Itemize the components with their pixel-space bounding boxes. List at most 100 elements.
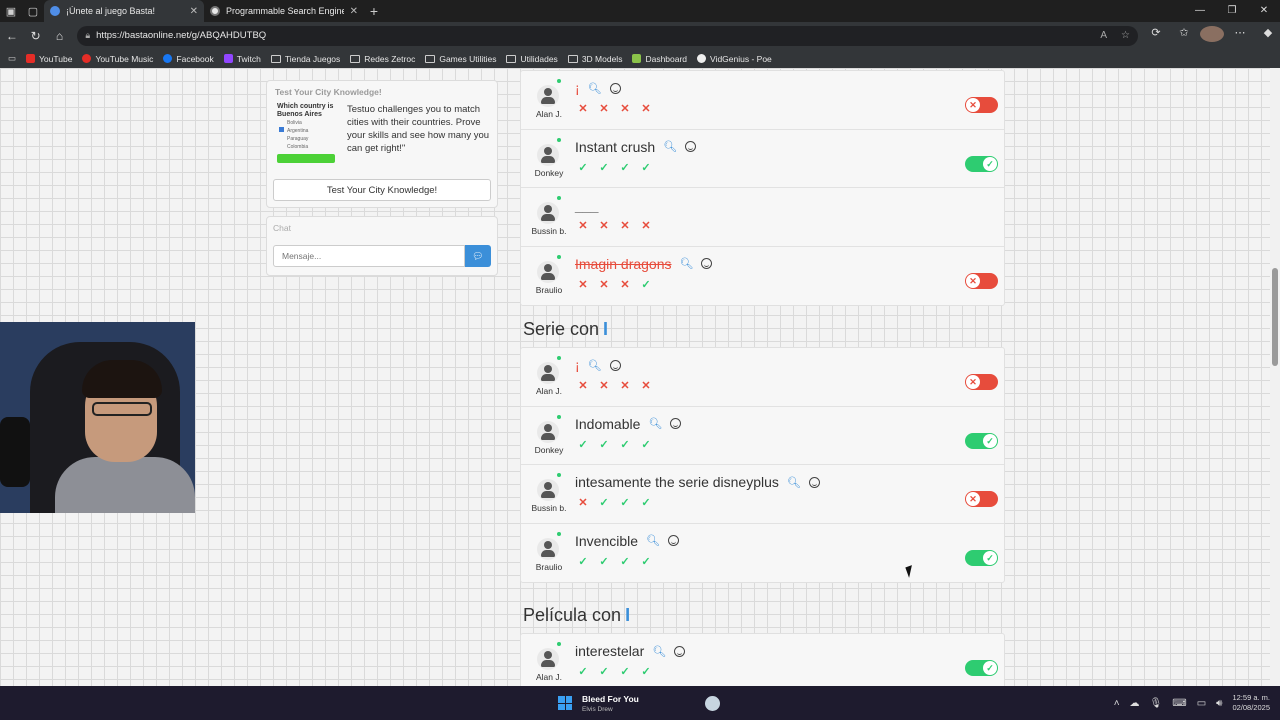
chat-title: Chat: [273, 223, 291, 233]
windows-start-icon[interactable]: [558, 696, 572, 710]
workspaces-icon[interactable]: ▣: [0, 0, 22, 22]
chevron-up-icon[interactable]: ˄: [1114, 698, 1120, 709]
home-icon[interactable]: ⌂: [48, 29, 72, 43]
bookmarks-bar: ▭ YouTube YouTube Music Facebook Twitch …: [0, 49, 1280, 68]
now-playing[interactable]: Bleed For You Elvis Drew: [582, 694, 639, 713]
folder-icon: [350, 54, 361, 63]
clock[interactable]: 12:59 a. m. 02/08/2025: [1232, 693, 1270, 713]
send-message-button[interactable]: 💬︎: [465, 245, 491, 267]
online-dot: [557, 196, 561, 200]
maximize-icon[interactable]: ❐: [1216, 0, 1248, 22]
bookmark-facebook[interactable]: Facebook: [163, 54, 214, 64]
bookmark-twitch[interactable]: Twitch: [223, 54, 261, 64]
smiley-icon[interactable]: [609, 359, 621, 371]
user-icon: [537, 362, 559, 384]
validity-toggle[interactable]: ✓: [965, 432, 998, 449]
system-tray: ˄ ☁ 🎙︎ ⌨ ▭ 🔊︎ 12:59 a. m. 02/08/2025: [1114, 686, 1270, 720]
x-icon: ✕: [966, 98, 980, 112]
smiley-icon[interactable]: [674, 645, 686, 657]
promo-thumbnail[interactable]: Which country is Buenos Aires Bolivia Ar…: [277, 103, 339, 173]
cloud-icon[interactable]: ☁: [1130, 698, 1140, 709]
validity-toggle[interactable]: ✕: [965, 97, 998, 113]
close-window-icon[interactable]: ✕: [1248, 0, 1280, 22]
answer-row: Donkey Indomable 🔍︎ ✓ ✓ ✓ ✓ ✓: [521, 407, 1004, 465]
smiley-icon[interactable]: [609, 82, 621, 94]
bookmark-tienda-juegos[interactable]: Tienda Juegos: [270, 54, 340, 64]
minimize-icon[interactable]: —: [1184, 0, 1216, 22]
tab-bar: ▣ ▢ ¡Únete al juego Basta! ✕ Programmabl…: [0, 0, 1280, 22]
vote-ok-icon: ✓: [641, 438, 651, 451]
sidebar-toggle-icon[interactable]: ▭: [8, 53, 16, 64]
favorite-star-icon[interactable]: ☆: [1121, 30, 1130, 41]
read-aloud-icon[interactable]: A: [1100, 30, 1107, 41]
answer-row: Bussin b. intesamente the serie disneypl…: [521, 465, 1004, 524]
smiley-icon[interactable]: [685, 141, 697, 152]
tab-search-engine[interactable]: Programmable Search Engine ✕: [204, 0, 364, 22]
bookmark-vidgenius[interactable]: VidGenius - Poe: [697, 54, 772, 64]
validity-toggle[interactable]: ✕: [965, 272, 998, 289]
search-icon[interactable]: 🔍︎: [680, 257, 694, 270]
smiley-icon[interactable]: [808, 476, 820, 488]
chat-card: Chat 💬︎: [266, 216, 498, 276]
search-icon[interactable]: 🔍︎: [663, 140, 677, 153]
vote-no-icon: ✕: [599, 220, 609, 232]
webcam-overlay: [0, 322, 195, 513]
bookmark-redes-zetroc[interactable]: Redes Zetroc: [350, 54, 415, 64]
online-dot: [557, 137, 561, 142]
vote-list: ✕ ✕ ✕ ✕: [577, 220, 652, 232]
microphone-icon[interactable]: 🎙︎: [1150, 698, 1163, 709]
more-menu-icon[interactable]: ⋯: [1228, 26, 1252, 45]
favorites-icon[interactable]: ✩: [1172, 26, 1196, 45]
vote-no-icon: ✕: [641, 220, 651, 232]
back-icon[interactable]: ←: [0, 29, 24, 43]
online-dot: [557, 531, 561, 536]
vote-no-icon: ✕: [578, 497, 588, 509]
page-scrollbar[interactable]: [1270, 68, 1280, 686]
copilot-icon[interactable]: ◆: [1256, 26, 1280, 45]
keyboard-icon[interactable]: ⌨: [1172, 698, 1186, 709]
volume-icon[interactable]: 🔊︎: [1216, 698, 1222, 709]
dashboard-icon: [632, 54, 642, 63]
close-tab-icon[interactable]: ✕: [350, 6, 358, 17]
smiley-icon[interactable]: [701, 258, 713, 269]
test-city-knowledge-button[interactable]: Test Your City Knowledge!: [273, 179, 491, 201]
display-icon[interactable]: ▭: [1197, 698, 1206, 709]
search-icon[interactable]: 🔍︎: [588, 359, 602, 372]
user-icon: [537, 537, 559, 560]
search-icon[interactable]: 🔍︎: [787, 476, 801, 489]
bookmark-3d-models[interactable]: 3D Models: [567, 54, 622, 64]
thumb-green-button: [277, 154, 335, 163]
tab-actions-icon[interactable]: ▢: [22, 0, 44, 22]
validity-toggle[interactable]: ✕: [965, 491, 998, 507]
chat-message-input[interactable]: [273, 245, 465, 267]
steam-icon[interactable]: [705, 696, 720, 711]
promo-title: Test Your City Knowledge!: [275, 87, 382, 97]
smiley-icon[interactable]: [670, 418, 682, 429]
refresh-icon[interactable]: ↻: [24, 29, 48, 43]
smiley-icon[interactable]: [668, 535, 680, 546]
address-bar[interactable]: 🔒︎ https://bastaonline.net/g/ABQAHDUTBQ …: [77, 25, 1138, 46]
online-dot: [557, 254, 561, 259]
validity-toggle[interactable]: ✓: [965, 660, 998, 676]
search-icon[interactable]: 🔍︎: [646, 534, 660, 547]
search-icon[interactable]: 🔍︎: [648, 417, 662, 430]
bookmark-dashboard[interactable]: Dashboard: [632, 54, 687, 64]
bookmark-utilidades[interactable]: Utilidades: [506, 54, 558, 64]
search-icon[interactable]: 🔍︎: [652, 645, 666, 658]
close-tab-icon[interactable]: ✕: [190, 6, 198, 17]
bookmark-youtube[interactable]: YouTube: [26, 54, 72, 64]
bookmark-games-utilities[interactable]: Games Utilities: [425, 54, 496, 64]
promo-card: Test Your City Knowledge! Which country …: [266, 80, 498, 208]
tab-basta[interactable]: ¡Únete al juego Basta! ✕: [44, 0, 204, 22]
extensions-icon[interactable]: ⟳: [1144, 26, 1168, 45]
profile-avatar[interactable]: [1199, 26, 1224, 45]
bookmark-youtube-music[interactable]: YouTube Music: [82, 54, 153, 64]
vote-ok-icon: ✓: [578, 555, 588, 568]
validity-toggle[interactable]: ✓: [965, 155, 998, 172]
validity-toggle[interactable]: ✕: [965, 374, 998, 390]
validity-toggle[interactable]: ✓: [965, 549, 998, 566]
new-tab-button[interactable]: +: [364, 3, 384, 19]
scrollbar-thumb[interactable]: [1272, 268, 1278, 366]
answer-row: Alan J. ¡ 🔍︎ ✕ ✕ ✕ ✕ ✕: [521, 71, 1004, 130]
search-icon[interactable]: 🔍︎: [588, 82, 602, 95]
